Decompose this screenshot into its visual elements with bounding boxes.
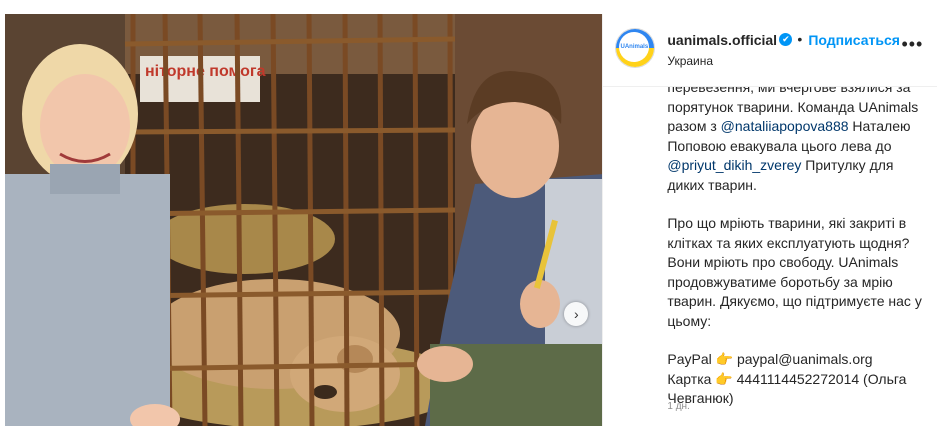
post-photo[interactable]: ніторне помога › [5,14,603,426]
post-header: UAnimals uanimals.official ✔ • Подписать… [603,14,937,87]
caption-line: продовжуватиме боротьбу за мрію [667,273,893,290]
caption-line: разом з @nataliiapopova888 Наталею [667,118,911,134]
mention-link[interactable]: @nataliiapopova888 [721,118,849,134]
caption-line: @priyut_dikih_zverey Притулку для [667,157,894,173]
post-caption: перевезення, ми вчергове взялися за поря… [667,78,929,409]
caption-line: цьому: [667,312,712,329]
caption-line: диких тварин. [667,176,757,193]
photo-illustration: ніторне помога [5,14,603,426]
caption-line: тварин. Дякуємо, що підтримуєте нас у [667,293,922,309]
paypal-line: PayPal 👉 paypal@uanimals.org [667,351,873,367]
mention-link[interactable]: @priyut_dikih_zverey [667,157,801,173]
caption-line: порятунок тварини. Команда UAnimals [667,98,919,115]
instagram-post: ніторне помога › UAnimals uanimals.offic… [5,14,937,426]
follow-button[interactable]: Подписаться [808,32,900,48]
caption-line: Вони мріють про свободу. UAnimals [667,254,899,270]
caption-line: Поповою евакувала цього лева до [667,137,892,154]
caption-line: Чевганюк) [667,390,734,406]
pointing-hand-icon: 👉 [715,351,734,367]
verified-badge-icon: ✔ [779,33,793,46]
pointing-hand-icon: 👉 [715,370,733,387]
cage-sign-text: ніторне помога [145,63,266,80]
caption-line: Про що мріють тварини, які закриті в [667,215,907,231]
username-link[interactable]: uanimals.official [667,32,777,48]
caption-line: клітках та яких експлуатують щодня? [667,234,910,251]
more-options-icon[interactable]: ••• [901,34,923,55]
avatar[interactable]: UAnimals [615,28,656,68]
post-timestamp[interactable]: 1 дн. [667,401,689,412]
location-link[interactable]: Украина [667,54,713,68]
card-line: Картка 👉 4441114452272014 (Ольга [667,370,907,387]
separator-dot: • [797,31,803,47]
post-side-panel: UAnimals uanimals.official ✔ • Подписать… [602,14,937,426]
